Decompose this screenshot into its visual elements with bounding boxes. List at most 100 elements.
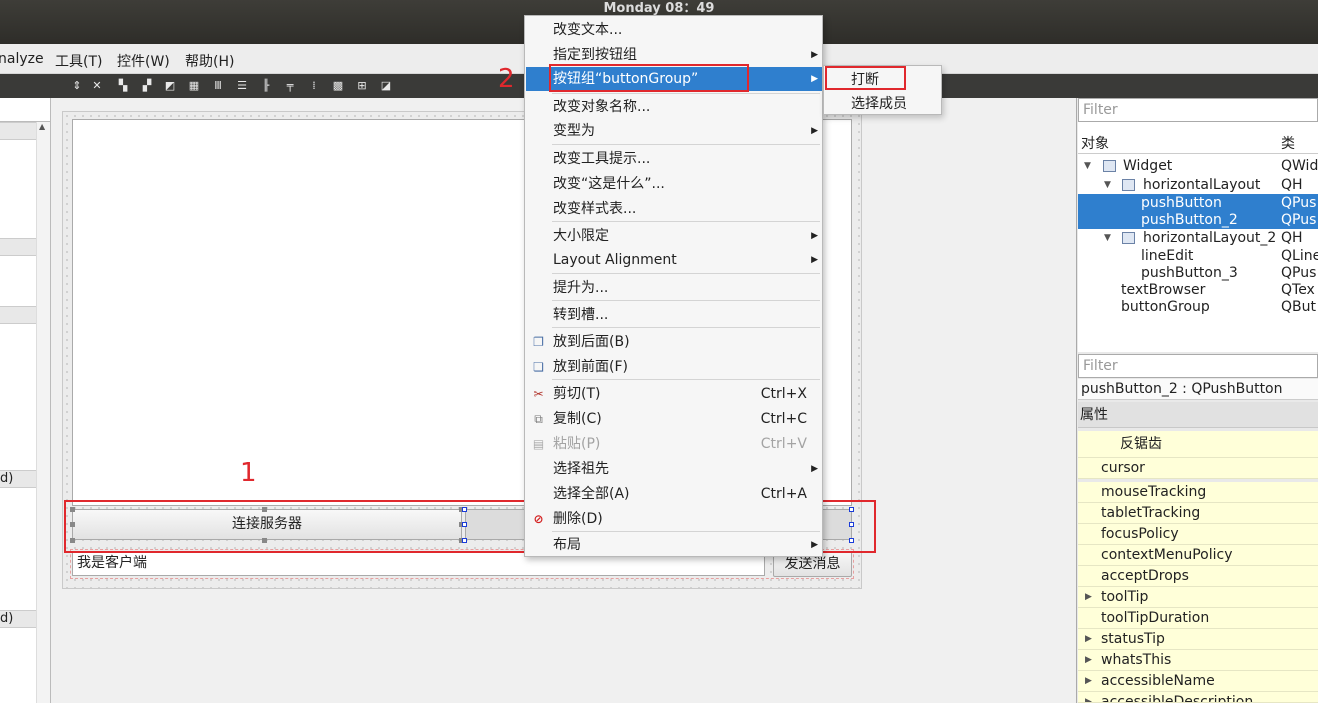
property-row[interactable]: ▶ statusTip bbox=[1078, 629, 1318, 650]
spinner-icon[interactable]: ⇕ bbox=[70, 79, 84, 92]
menu-item-label: 复制(C) bbox=[553, 411, 602, 427]
category-header[interactable] bbox=[0, 238, 36, 256]
tree-row-class: QWid bbox=[1281, 158, 1318, 174]
menu-item-copy[interactable]: ⧉ 复制(C) Ctrl+C bbox=[526, 407, 822, 431]
menu-item-go-to-slot[interactable]: 转到槽... bbox=[526, 303, 822, 327]
property-row[interactable]: mouseTracking bbox=[1078, 482, 1318, 503]
widget-box-filter[interactable] bbox=[0, 98, 50, 122]
buddy-icon[interactable]: ◩ bbox=[163, 79, 177, 92]
expand-arrow-icon[interactable]: ▶ bbox=[1085, 629, 1092, 649]
widget-icon bbox=[1103, 160, 1116, 172]
submenu-arrow-icon: ▶ bbox=[811, 464, 818, 474]
category-header[interactable]: d) bbox=[0, 470, 36, 488]
taborder-icon[interactable]: ▦ bbox=[187, 79, 201, 92]
menu-item-bring-to-front[interactable]: ❏ 放到前面(F) bbox=[526, 355, 822, 379]
tree-row-pushbutton-2[interactable]: pushButton_2 QPus bbox=[1078, 211, 1318, 229]
menu-item-morph-into[interactable]: 变型为 ▶ bbox=[526, 119, 822, 143]
widget-box-scrollbar[interactable]: ▲ bbox=[36, 122, 50, 703]
category-header[interactable] bbox=[0, 122, 36, 140]
menu-item-change-whatsthis[interactable]: 改变“这是什么”... bbox=[526, 172, 822, 196]
clock[interactable]: Monday 08：49 bbox=[0, 0, 1318, 16]
category-header[interactable]: d) bbox=[0, 610, 36, 628]
tree-row-class: QLine bbox=[1281, 248, 1318, 264]
vertical-layout-icon[interactable]: ☰ bbox=[235, 79, 249, 92]
object-inspector-filter[interactable]: Filter bbox=[1078, 98, 1318, 122]
tree-row-horizontal-layout-2[interactable]: ▼ horizontalLayout_2 QH bbox=[1078, 229, 1318, 247]
menu-help[interactable]: 帮助(H) bbox=[185, 51, 234, 71]
menu-item-send-to-back[interactable]: ❐ 放到后面(B) bbox=[526, 330, 822, 354]
property-column-header[interactable]: 属性 bbox=[1078, 402, 1318, 428]
adjust-size-icon[interactable]: ◪ bbox=[379, 79, 393, 92]
property-row[interactable]: 反锯齿 bbox=[1078, 431, 1318, 458]
menu-item-change-text[interactable]: 改变文本... bbox=[526, 18, 822, 42]
menu-separator bbox=[552, 300, 820, 301]
category-header[interactable] bbox=[0, 306, 36, 324]
menu-item-paste[interactable]: ▤ 粘贴(P) Ctrl+V bbox=[526, 432, 822, 456]
tree-row-buttongroup[interactable]: buttonGroup QBut bbox=[1078, 298, 1318, 316]
menu-item-select-ancestor[interactable]: 选择祖先 ▶ bbox=[526, 457, 822, 481]
scroll-up-icon[interactable]: ▲ bbox=[39, 122, 45, 131]
submenu-item-select-members[interactable]: 选择成员 bbox=[825, 92, 941, 116]
tree-row-name: pushButton bbox=[1141, 195, 1222, 211]
expand-arrow-icon[interactable]: ▶ bbox=[1085, 587, 1092, 607]
vertical-splitter-icon[interactable]: ╤ bbox=[283, 79, 297, 92]
collapse-arrow-icon[interactable]: ▼ bbox=[1104, 229, 1111, 247]
break-icon[interactable]: ⊞ bbox=[355, 79, 369, 92]
property-row[interactable]: ▶ accessibleName bbox=[1078, 671, 1318, 692]
menu-item-label: 改变样式表... bbox=[553, 201, 637, 217]
tree-row-widget[interactable]: ▼ Widget QWid bbox=[1078, 157, 1318, 175]
property-row[interactable]: contextMenuPolicy bbox=[1078, 545, 1318, 566]
menu-item-delete[interactable]: ⊘ 删除(D) bbox=[526, 507, 822, 531]
collapse-arrow-icon[interactable]: ▼ bbox=[1104, 176, 1111, 194]
menu-widgets[interactable]: 控件(W) bbox=[117, 51, 170, 71]
expand-arrow-icon[interactable]: ▶ bbox=[1085, 671, 1092, 691]
break-layout-icon[interactable]: ✕ bbox=[90, 79, 104, 92]
signal-slot-icon[interactable]: ▞ bbox=[140, 79, 154, 92]
property-row[interactable]: focusPolicy bbox=[1078, 524, 1318, 545]
property-name: acceptDrops bbox=[1101, 568, 1189, 584]
submenu-arrow-icon: ▶ bbox=[811, 540, 818, 550]
property-name: whatsThis bbox=[1101, 652, 1172, 668]
menu-item-label: 变型为 bbox=[553, 123, 595, 139]
menu-item-select-all[interactable]: 选择全部(A) Ctrl+A bbox=[526, 482, 822, 506]
column-header-class[interactable]: 类 bbox=[1281, 133, 1295, 153]
property-row[interactable]: toolTipDuration bbox=[1078, 608, 1318, 629]
horizontal-splitter-icon[interactable]: ╟ bbox=[259, 79, 273, 92]
property-row[interactable]: tabletTracking bbox=[1078, 503, 1318, 524]
menu-item-layout[interactable]: 布局 ▶ bbox=[526, 533, 822, 557]
menu-item-label: 改变对象名称... bbox=[553, 99, 651, 115]
property-row[interactable]: acceptDrops bbox=[1078, 566, 1318, 587]
menu-item-change-stylesheet[interactable]: 改变样式表... bbox=[526, 197, 822, 221]
menu-item-cut[interactable]: ✂ 剪切(T) Ctrl+X bbox=[526, 382, 822, 406]
property-row[interactable]: ▶ accessibleDescription bbox=[1078, 692, 1318, 703]
tree-row-class: QPus bbox=[1281, 195, 1317, 211]
column-header-object[interactable]: 对象 bbox=[1081, 133, 1109, 153]
menu-item-layout-alignment[interactable]: Layout Alignment ▶ bbox=[526, 248, 822, 272]
menu-item-shortcut: Ctrl+C bbox=[760, 411, 807, 427]
widget-editor-icon[interactable]: ▚ bbox=[116, 79, 130, 92]
menu-separator bbox=[552, 221, 820, 222]
tree-row-horizontal-layout[interactable]: ▼ horizontalLayout QH bbox=[1078, 176, 1318, 194]
horizontal-layout-icon[interactable]: Ⅲ bbox=[211, 79, 225, 92]
tree-row-lineedit[interactable]: lineEdit QLine bbox=[1078, 247, 1318, 265]
menu-tools[interactable]: 工具(T) bbox=[55, 51, 102, 71]
property-row[interactable]: ▶ toolTip bbox=[1078, 587, 1318, 608]
collapse-arrow-icon[interactable]: ▼ bbox=[1084, 157, 1091, 175]
expand-arrow-icon[interactable]: ▶ bbox=[1085, 650, 1092, 670]
property-row[interactable]: cursor bbox=[1078, 458, 1318, 479]
menu-item-change-tooltip[interactable]: 改变工具提示... bbox=[526, 147, 822, 171]
expand-arrow-icon[interactable]: ▶ bbox=[1085, 692, 1092, 702]
grid-layout-icon[interactable]: ▩ bbox=[331, 79, 345, 92]
menu-item-change-object-name[interactable]: 改变对象名称... bbox=[526, 95, 822, 119]
menu-analyze[interactable]: nalyze bbox=[0, 51, 44, 67]
property-row[interactable]: ▶ whatsThis bbox=[1078, 650, 1318, 671]
tree-row-class: QH bbox=[1281, 230, 1303, 246]
send-to-back-icon: ❐ bbox=[533, 335, 544, 349]
property-editor-filter[interactable]: Filter bbox=[1078, 354, 1318, 378]
tree-row-textbrowser[interactable]: textBrowser QTex bbox=[1078, 281, 1318, 299]
menu-item-size-constraints[interactable]: 大小限定 ▶ bbox=[526, 224, 822, 248]
menu-item-promote-to[interactable]: 提升为... bbox=[526, 276, 822, 300]
tree-row-pushbutton[interactable]: pushButton QPus bbox=[1078, 194, 1318, 212]
form-layout-icon[interactable]: ⁞ bbox=[307, 79, 321, 92]
tree-row-pushbutton-3[interactable]: pushButton_3 QPus bbox=[1078, 264, 1318, 282]
